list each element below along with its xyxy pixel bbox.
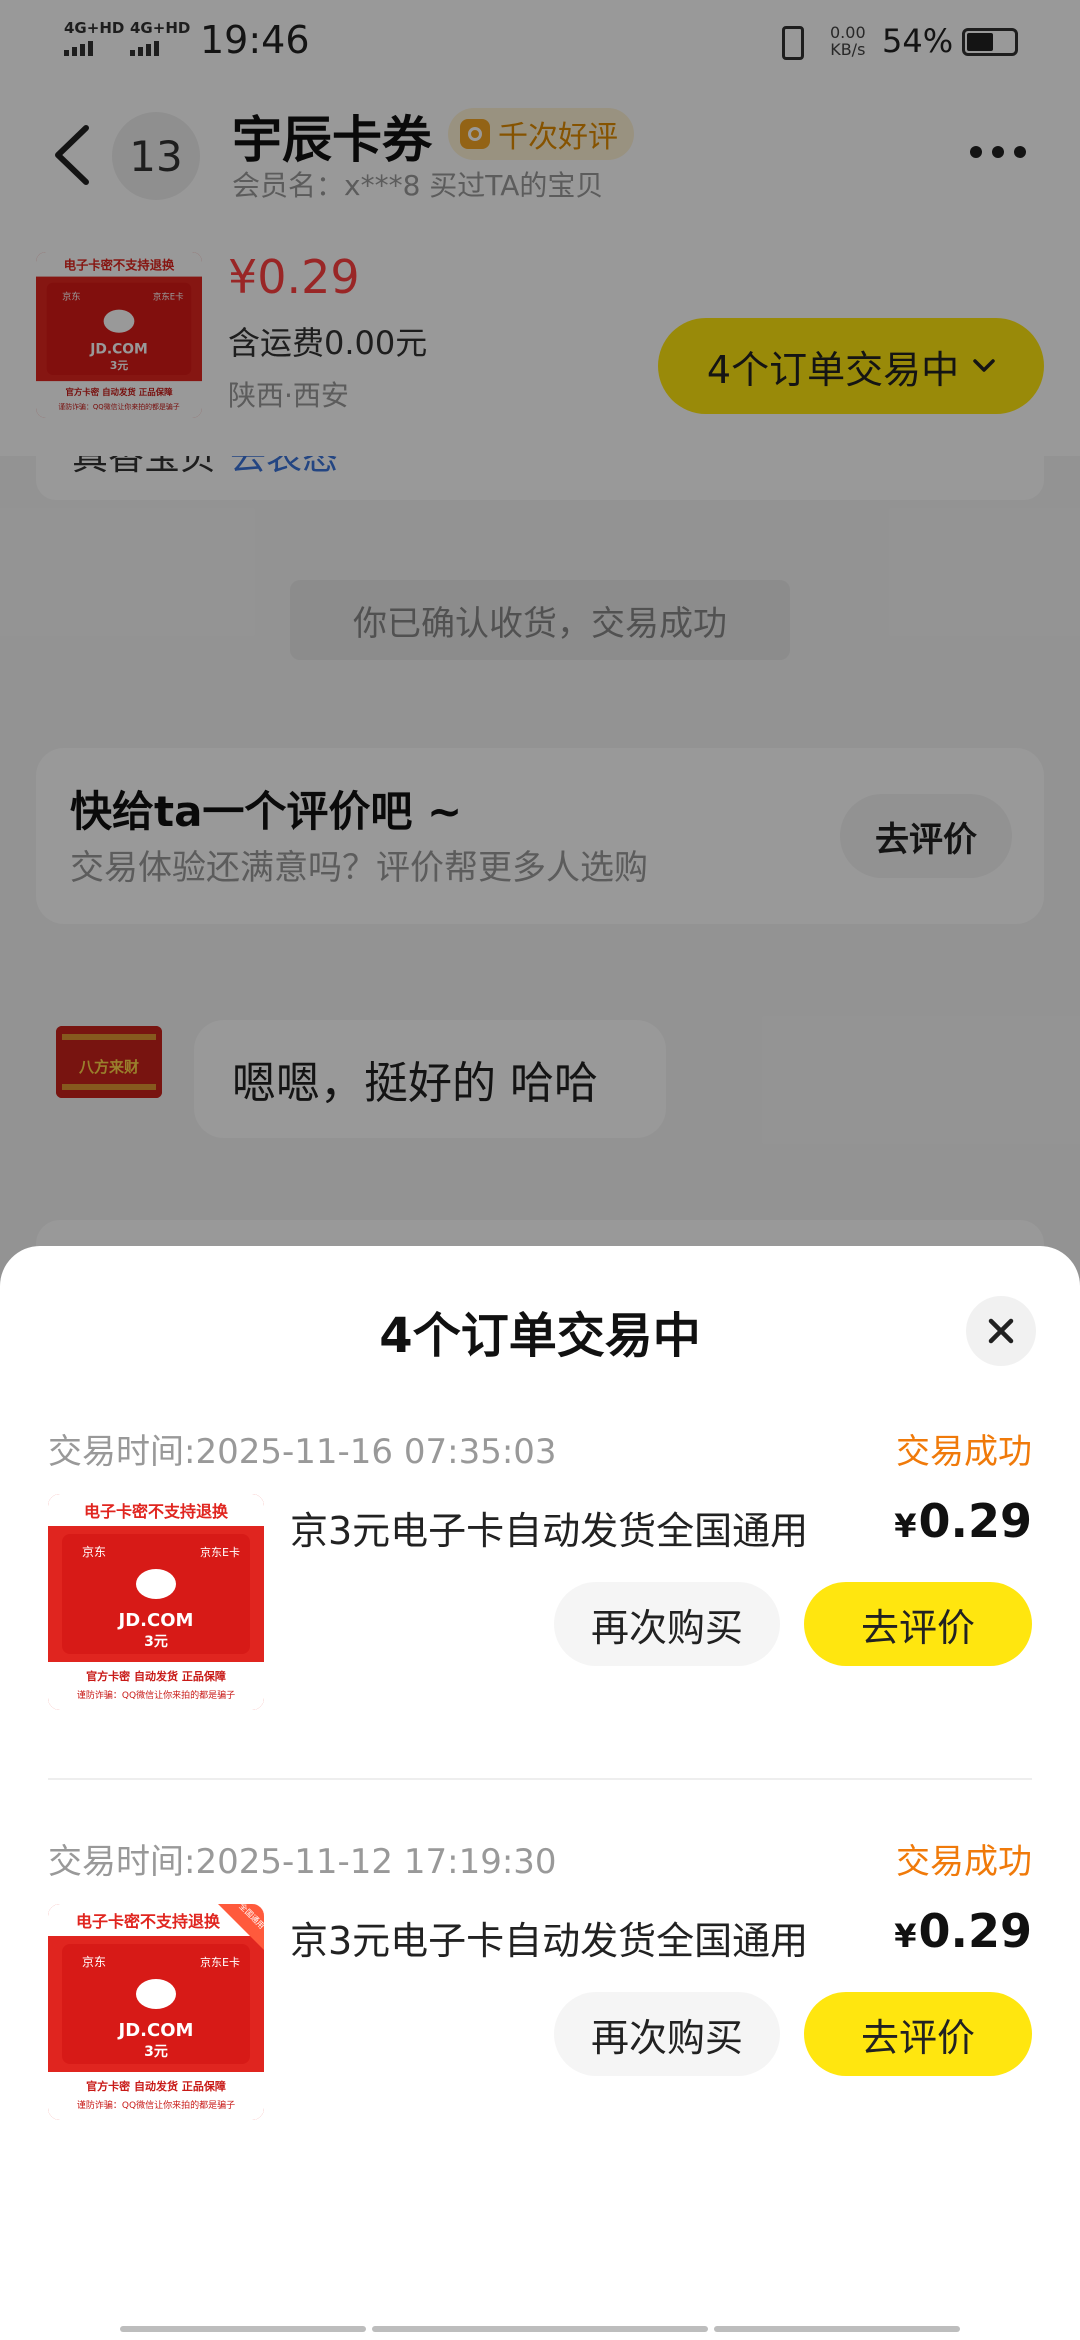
close-icon bbox=[988, 1318, 1014, 1344]
jd-dog-logo bbox=[136, 1979, 176, 2009]
order-thumbnail[interactable]: 电子卡密不支持退换 全国通用 京东 京东E卡 JD.COM 3元 官方卡密 自动… bbox=[48, 1904, 264, 2120]
thumb-tags-text: 官方卡密 自动发货 正品保障 bbox=[86, 2079, 226, 2093]
thumb-tags-text: 官方卡密 自动发货 正品保障 bbox=[86, 1669, 226, 1683]
rate-order-button[interactable]: 去评价 bbox=[804, 1992, 1032, 2076]
thumb-ecard-text: 京东E卡 bbox=[200, 1955, 240, 1969]
order-time: 交易时间:2025-11-12 17:19:30 bbox=[48, 1842, 557, 1882]
nav-segment bbox=[372, 2326, 708, 2332]
order-item: 交易时间:2025-11-16 07:35:03 交易成功 电子卡密不支持退换 … bbox=[0, 1416, 1080, 1800]
order-status: 交易成功 bbox=[896, 1432, 1032, 1472]
buy-again-button[interactable]: 再次购买 bbox=[554, 1992, 780, 2076]
thumb-top-text: 电子卡密不支持退换 bbox=[84, 1502, 229, 1521]
thumb-ecard-text: 京东E卡 bbox=[200, 1545, 240, 1559]
thumb-amount-text: 3元 bbox=[144, 1634, 168, 1650]
thumb-top-text: 电子卡密不支持退换 bbox=[76, 1912, 221, 1931]
rate-order-button[interactable]: 去评价 bbox=[804, 1582, 1032, 1666]
order-price: ¥0.29 bbox=[894, 1494, 1032, 1548]
order-item: 交易时间:2025-11-12 17:19:30 交易成功 电子卡密不支持退换 … bbox=[0, 1826, 1080, 2210]
jd-ecard-image: 电子卡密不支持退换 京东 京东E卡 JD.COM 3元 官方卡密 自动发货 正品… bbox=[48, 1494, 264, 1710]
order-price-currency: ¥ bbox=[894, 1507, 917, 1545]
order-price-value: 0.29 bbox=[918, 1494, 1033, 1548]
thumb-domain-text: JD.COM bbox=[117, 2020, 194, 2041]
thumb-brand-text: 京东 bbox=[82, 1955, 106, 1969]
order-price-value: 0.29 bbox=[918, 1904, 1033, 1958]
order-price: ¥0.29 bbox=[894, 1904, 1032, 1958]
order-time: 交易时间:2025-11-16 07:35:03 bbox=[48, 1432, 557, 1472]
order-thumbnail[interactable]: 电子卡密不支持退换 京东 京东E卡 JD.COM 3元 官方卡密 自动发货 正品… bbox=[48, 1494, 264, 1710]
thumb-warning-text: 谨防诈骗：QQ微信让你来拍的都是骗子 bbox=[77, 1689, 235, 1701]
order-item-name[interactable]: 京3元电子卡自动发货全国通用 bbox=[290, 1500, 808, 1555]
order-price-currency: ¥ bbox=[894, 1917, 917, 1955]
close-button[interactable] bbox=[966, 1296, 1036, 1366]
thumb-amount-text: 3元 bbox=[144, 2044, 168, 2060]
order-item-name[interactable]: 京3元电子卡自动发货全国通用 bbox=[290, 1910, 808, 1965]
order-status: 交易成功 bbox=[896, 1842, 1032, 1882]
thumb-warning-text: 谨防诈骗：QQ微信让你来拍的都是骗子 bbox=[77, 2099, 235, 2111]
jd-dog-logo bbox=[136, 1569, 176, 1599]
nav-segment bbox=[714, 2326, 960, 2332]
modal-overlay[interactable] bbox=[0, 0, 1080, 1340]
navigation-bar[interactable] bbox=[0, 2326, 1080, 2334]
sheet-title: 4个订单交易中 bbox=[379, 1308, 701, 1364]
nav-segment bbox=[120, 2326, 366, 2332]
thumb-brand-text: 京东 bbox=[82, 1545, 106, 1559]
order-divider bbox=[48, 1778, 1032, 1780]
jd-ecard-image: 电子卡密不支持退换 全国通用 京东 京东E卡 JD.COM 3元 官方卡密 自动… bbox=[48, 1904, 264, 2120]
buy-again-button[interactable]: 再次购买 bbox=[554, 1582, 780, 1666]
orders-sheet: 4个订单交易中 交易时间:2025-11-16 07:35:03 交易成功 电子… bbox=[0, 1246, 1080, 2340]
thumb-domain-text: JD.COM bbox=[117, 1610, 194, 1631]
